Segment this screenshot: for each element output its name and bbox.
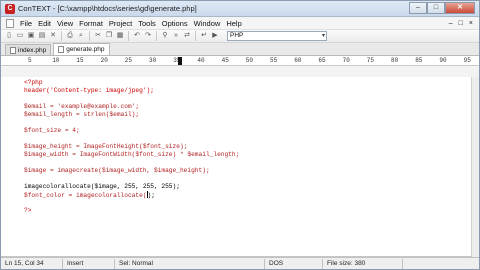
document-window-controls: – □ × xyxy=(449,20,479,27)
ruler-label: 95 xyxy=(463,57,471,64)
find-icon[interactable]: ⚲ xyxy=(160,31,170,41)
vertical-scrollbar[interactable] xyxy=(471,77,479,257)
undo-icon[interactable]: ↶ xyxy=(132,31,142,41)
paste-icon[interactable]: ▦ xyxy=(115,31,125,41)
ruler-label: 30 xyxy=(149,57,157,64)
code-line: $image_height = ImageFontHeight($font_si… xyxy=(24,143,188,150)
app-icon: C xyxy=(5,3,15,14)
window-title: ConTEXT - [C:\xampp\htdocs\series\gd\gen… xyxy=(18,4,197,13)
php-file-icon xyxy=(10,46,16,54)
status-bar: Ln 15, Col 34 Insert Sel: Normal DOS Fil… xyxy=(1,257,479,269)
ruler-label: 45 xyxy=(221,57,229,64)
open-file-icon[interactable]: ▭ xyxy=(15,31,25,41)
ruler-label: 50 xyxy=(245,57,253,64)
menu-view[interactable]: View xyxy=(54,19,76,28)
code-editor[interactable]: <?php header('Content-type: image/jpeg')… xyxy=(1,77,479,257)
close-button[interactable]: ✕ xyxy=(445,2,475,14)
ruler-label: 90 xyxy=(439,57,447,64)
menu-edit[interactable]: Edit xyxy=(35,19,54,28)
run-icon[interactable]: ▶ xyxy=(210,31,220,41)
doc-restore-button[interactable]: □ xyxy=(459,20,463,27)
ruler-label: 10 xyxy=(52,57,60,64)
copy-icon[interactable]: ❐ xyxy=(104,31,114,41)
minimize-button[interactable]: – xyxy=(409,2,427,14)
tab-generate-php[interactable]: generate.php xyxy=(53,43,110,55)
code-line: $font_size = 4; xyxy=(24,127,80,134)
code-line: ?> xyxy=(24,207,32,214)
save-icon[interactable]: ▣ xyxy=(26,31,36,41)
app-window: C ConTEXT - [C:\xampp\htdocs\series\gd\g… xyxy=(0,0,480,270)
toolbar-separator xyxy=(89,31,90,41)
language-select[interactable]: PHP ▾ xyxy=(227,31,327,41)
ruler-label: 15 xyxy=(76,57,84,64)
document-icon[interactable] xyxy=(6,18,14,28)
toolbar-separator xyxy=(195,31,196,41)
file-size: File size: 380 xyxy=(323,258,403,269)
menu-help[interactable]: Help xyxy=(223,19,244,28)
insert-mode: Insert xyxy=(63,258,115,269)
ruler-label: 65 xyxy=(318,57,326,64)
chevron-down-icon: ▾ xyxy=(321,33,325,39)
save-all-icon[interactable]: ▤ xyxy=(37,31,47,41)
toolbar: ▯ ▭ ▣ ▤ ✕ ⎙ ⌕ ✂ ❐ ▦ ↶ ↷ ⚲ » ⇄ ↵ ▶ PHP ▾ xyxy=(1,29,479,43)
tab-bar: index.php generate.php xyxy=(1,43,479,56)
tab-label: generate.php xyxy=(66,46,105,53)
ruler-label: 25 xyxy=(124,57,132,64)
print-icon[interactable]: ⎙ xyxy=(65,31,75,41)
language-select-value: PHP xyxy=(230,32,244,39)
toolbar-separator xyxy=(61,31,62,41)
word-wrap-icon[interactable]: ↵ xyxy=(199,31,209,41)
menu-window[interactable]: Window xyxy=(191,19,224,28)
tab-label: index.php xyxy=(18,46,47,54)
code-line: header('Content-type: image/jpeg'); xyxy=(24,87,154,94)
redo-icon[interactable]: ↷ xyxy=(143,31,153,41)
close-file-icon[interactable]: ✕ xyxy=(48,31,58,41)
tab-index-php[interactable]: index.php xyxy=(5,44,52,55)
ruler-label: 75 xyxy=(366,57,374,64)
ruler-label: 5 xyxy=(28,57,32,64)
code-line: $image_width = ImageFontWidth($font_size… xyxy=(24,151,240,158)
line-ending-format: DOS xyxy=(265,258,323,269)
print-preview-icon[interactable]: ⌕ xyxy=(76,31,86,41)
doc-close-button[interactable]: × xyxy=(469,20,473,27)
new-file-icon[interactable]: ▯ xyxy=(4,31,14,41)
menu-project[interactable]: Project xyxy=(106,19,135,28)
title-bar[interactable]: C ConTEXT - [C:\xampp\htdocs\series\gd\g… xyxy=(1,1,479,17)
maximize-button[interactable]: □ xyxy=(427,2,445,14)
replace-icon[interactable]: ⇄ xyxy=(182,31,192,41)
window-controls: – □ ✕ xyxy=(409,2,475,15)
code-line: $image = imagecreate($image_width, $imag… xyxy=(24,167,210,174)
php-file-icon xyxy=(58,46,65,53)
code-line: <?php xyxy=(24,79,43,86)
cut-icon[interactable]: ✂ xyxy=(93,31,103,41)
menu-options[interactable]: Options xyxy=(159,19,191,28)
doc-minimize-button[interactable]: – xyxy=(449,20,453,27)
ruler-column-marker xyxy=(178,57,182,65)
toolbar-separator xyxy=(128,31,129,41)
ruler-label: 40 xyxy=(197,57,205,64)
toolbar-separator xyxy=(156,31,157,41)
code-line: imagecolorallocate($image, 255, 255, 255… xyxy=(24,183,180,190)
code-line: $email_length = strlen($email); xyxy=(24,111,140,118)
code-line: $email = 'example@example.com'; xyxy=(24,103,140,110)
column-ruler: 5 10 15 20 25 30 35 40 45 50 55 60 65 70 75 80 85 90 95 xyxy=(1,56,479,66)
ruler-label: 60 xyxy=(294,57,302,64)
find-next-icon[interactable]: » xyxy=(171,31,181,41)
menu-format[interactable]: Format xyxy=(76,19,106,28)
selection-mode: Sel: Normal xyxy=(115,258,265,269)
menu-file[interactable]: File xyxy=(17,19,35,28)
ruler-label: 70 xyxy=(342,57,350,64)
cursor-position: Ln 15, Col 34 xyxy=(1,258,63,269)
ruler-label: 85 xyxy=(415,57,423,64)
code-line-current: $font_color = imagecolorallocate(); xyxy=(24,191,155,199)
ruler-label: 80 xyxy=(391,57,399,64)
menu-tools[interactable]: Tools xyxy=(135,19,159,28)
menu-bar: File Edit View Format Project Tools Opti… xyxy=(1,17,479,29)
ruler-label: 20 xyxy=(100,57,108,64)
ruler-label: 55 xyxy=(270,57,278,64)
